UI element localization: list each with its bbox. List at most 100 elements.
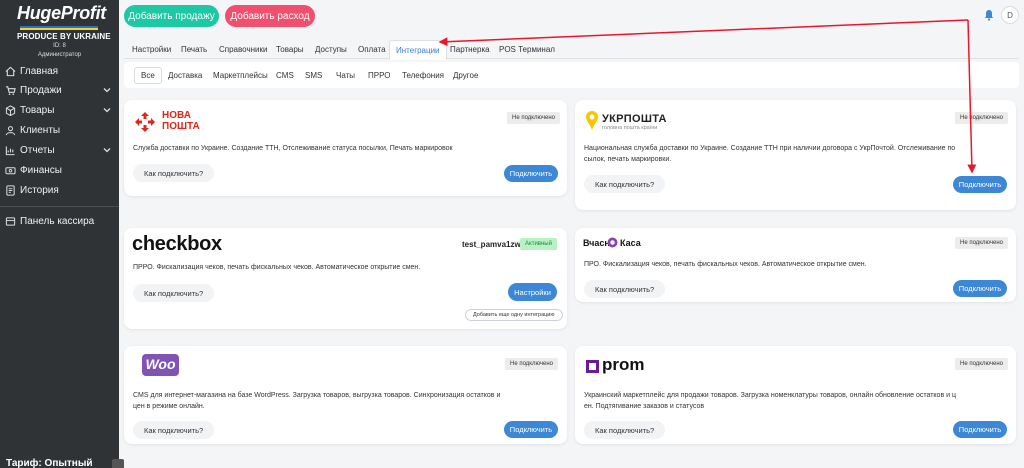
chevron-down-icon[interactable] bbox=[102, 145, 112, 155]
integration-card-checkbox: checkbox test_pamva1zwa Активный ПРРО. Ф… bbox=[124, 228, 567, 329]
status-badge: Активный bbox=[520, 238, 557, 250]
connect-button[interactable]: Подключить bbox=[504, 165, 558, 182]
tab-products[interactable]: Товары bbox=[270, 40, 310, 59]
sidebar-item-label: Главная bbox=[20, 65, 59, 77]
woo-logo: Woo bbox=[145, 356, 176, 372]
integration-description: Служба доставки по Украине. Создание ТТН… bbox=[133, 145, 453, 152]
integration-card-vchasno: Вчасно Каса Не подключено ПРО. Фискализа… bbox=[575, 228, 1016, 302]
novaposhta-logo-icon bbox=[135, 112, 155, 132]
how-to-connect-button[interactable]: Как подключить? bbox=[584, 421, 666, 439]
ukrposhta-logo-icon bbox=[586, 111, 598, 131]
novaposhta-logo-line2: ПОШТА bbox=[162, 121, 200, 132]
chevron-down-icon[interactable] bbox=[102, 105, 112, 115]
how-to-connect-button[interactable]: Как подключить? bbox=[133, 284, 215, 302]
subtab-chats[interactable]: Чаты bbox=[330, 67, 361, 84]
status-badge: Не подключено bbox=[507, 112, 560, 124]
prom-logo-square bbox=[586, 360, 599, 373]
cashier-icon bbox=[0, 216, 20, 227]
sidebar-item-cashier-panel[interactable]: Панель кассира bbox=[0, 211, 119, 231]
subtab-other[interactable]: Другое bbox=[447, 67, 484, 84]
subtab-all[interactable]: Все bbox=[134, 67, 162, 84]
vchasno-logo-mark bbox=[607, 237, 618, 248]
sidebar-item-products[interactable]: Товары bbox=[0, 100, 119, 120]
checkbox-logo: checkbox bbox=[132, 233, 222, 255]
chart-icon bbox=[0, 145, 20, 156]
connect-button[interactable]: Подключить bbox=[953, 176, 1007, 193]
sidebar: HugeProfit PRODUCE BY UKRAINE ID: 8 Адми… bbox=[0, 0, 119, 468]
sidebar-item-label: Товары bbox=[20, 104, 55, 116]
sidebar-item-finance[interactable]: Финансы bbox=[0, 160, 119, 180]
integration-card-prom: prom Не подключено Украинский маркетплей… bbox=[575, 346, 1016, 444]
sidebar-item-history[interactable]: История bbox=[0, 180, 119, 200]
novaposhta-logo-line1: НОВА bbox=[162, 110, 191, 121]
sidebar-divider bbox=[0, 206, 119, 207]
add-expense-button[interactable]: Добавить расход bbox=[225, 5, 315, 27]
settings-button[interactable]: Настройки bbox=[508, 283, 557, 301]
connect-button[interactable]: Подключить bbox=[504, 421, 558, 438]
tab-print[interactable]: Печать bbox=[175, 40, 213, 59]
connect-button[interactable]: Подключить bbox=[953, 280, 1007, 297]
avatar[interactable]: D bbox=[1001, 6, 1019, 24]
cart-icon bbox=[0, 85, 20, 96]
sidebar-item-label: Отчеты bbox=[20, 144, 55, 156]
history-icon bbox=[0, 184, 20, 196]
subtab-sms[interactable]: SMS bbox=[299, 67, 328, 84]
connect-button[interactable]: Подключить bbox=[953, 421, 1007, 438]
money-icon bbox=[0, 165, 20, 176]
integration-description-line1: Национальная служба доставки по Украине.… bbox=[584, 145, 956, 152]
tariff-label[interactable]: Тариф: Опытный bbox=[6, 458, 93, 468]
sidebar-item-clients[interactable]: Клиенты bbox=[0, 120, 119, 140]
sidebar-item-label: Финансы bbox=[20, 164, 62, 176]
status-badge: Не подключено bbox=[955, 237, 1008, 249]
brand-tagline: PRODUCE BY UKRAINE bbox=[17, 32, 111, 41]
how-to-connect-button[interactable]: Как подключить? bbox=[584, 175, 666, 193]
add-another-integration-button[interactable]: Добавить еще одну интеграцию bbox=[465, 309, 563, 321]
user-role: Администратор bbox=[37, 52, 82, 58]
integration-description-line1: Украинский маркетплейс для продажи товар… bbox=[584, 392, 956, 399]
how-to-connect-button[interactable]: Как подключить? bbox=[584, 280, 666, 298]
subtab-telephony[interactable]: Телефония bbox=[396, 67, 450, 84]
users-icon bbox=[0, 125, 20, 136]
subtab-prro[interactable]: ПРРО bbox=[362, 67, 396, 84]
vchasno-logo-b: Каса bbox=[620, 238, 641, 248]
how-to-connect-button[interactable]: Как подключить? bbox=[133, 421, 215, 439]
add-sale-button[interactable]: Добавить продажу bbox=[124, 5, 219, 27]
integration-description-line2: цен в режиме онлайн. bbox=[133, 403, 205, 410]
integration-description-line1: CMS для интернет-магазина на базе WordPr… bbox=[133, 392, 501, 399]
status-badge: Не подключено bbox=[955, 358, 1008, 370]
subtab-marketplaces[interactable]: Маркетплейсы bbox=[207, 67, 274, 84]
integration-description: ПРРО. Фискализация чеков, печать фискаль… bbox=[133, 264, 421, 271]
integration-card-ukrposhta: УКРПОШТА головна пошта країни Не подключ… bbox=[575, 100, 1016, 210]
sidebar-collapse-button[interactable] bbox=[112, 459, 124, 468]
sidebar-item-label: Панель кассира bbox=[20, 215, 95, 227]
tab-access[interactable]: Доступы bbox=[309, 40, 353, 59]
tab-settings[interactable]: Настройки bbox=[126, 40, 177, 59]
ukrposhta-logo: УКРПОШТА bbox=[602, 113, 667, 125]
prom-logo: prom bbox=[602, 355, 645, 374]
sidebar-item-home[interactable]: Главная bbox=[0, 61, 119, 81]
subtab-cms[interactable]: CMS bbox=[270, 67, 300, 84]
tab-integrations[interactable]: Интеграции bbox=[389, 40, 447, 60]
tab-references[interactable]: Справочники bbox=[213, 40, 273, 59]
ukraine-flag-stripe bbox=[20, 26, 98, 30]
subtab-delivery[interactable]: Доставка bbox=[162, 67, 208, 84]
sidebar-item-reports[interactable]: Отчеты bbox=[0, 140, 119, 160]
bell-icon[interactable] bbox=[983, 9, 995, 21]
user-id: ID: 8 bbox=[53, 43, 66, 49]
integration-description-line2: ен. Подтягивание заказов и статусов bbox=[584, 403, 705, 410]
tab-partners[interactable]: Партнерка bbox=[444, 40, 496, 59]
box-icon bbox=[0, 104, 20, 116]
sidebar-item-label: Клиенты bbox=[20, 124, 61, 136]
integration-description: ПРО. Фискализация чеков, печать фискальн… bbox=[584, 261, 867, 268]
tab-pos-terminal[interactable]: POS Терминал bbox=[493, 40, 561, 59]
sidebar-item-sales[interactable]: Продажи bbox=[0, 80, 119, 100]
sidebar-item-label: История bbox=[20, 184, 59, 196]
status-badge: Не подключено bbox=[505, 358, 558, 370]
tab-payment[interactable]: Оплата bbox=[352, 40, 392, 59]
how-to-connect-button[interactable]: Как подключить? bbox=[133, 164, 215, 182]
status-badge: Не подключено bbox=[955, 112, 1008, 124]
connected-account-name: test_pamva1zwa bbox=[462, 240, 526, 249]
chevron-down-icon[interactable] bbox=[102, 85, 112, 95]
brand-logo[interactable]: HugeProfit bbox=[17, 3, 106, 24]
sidebar-item-label: Продажи bbox=[20, 84, 62, 96]
